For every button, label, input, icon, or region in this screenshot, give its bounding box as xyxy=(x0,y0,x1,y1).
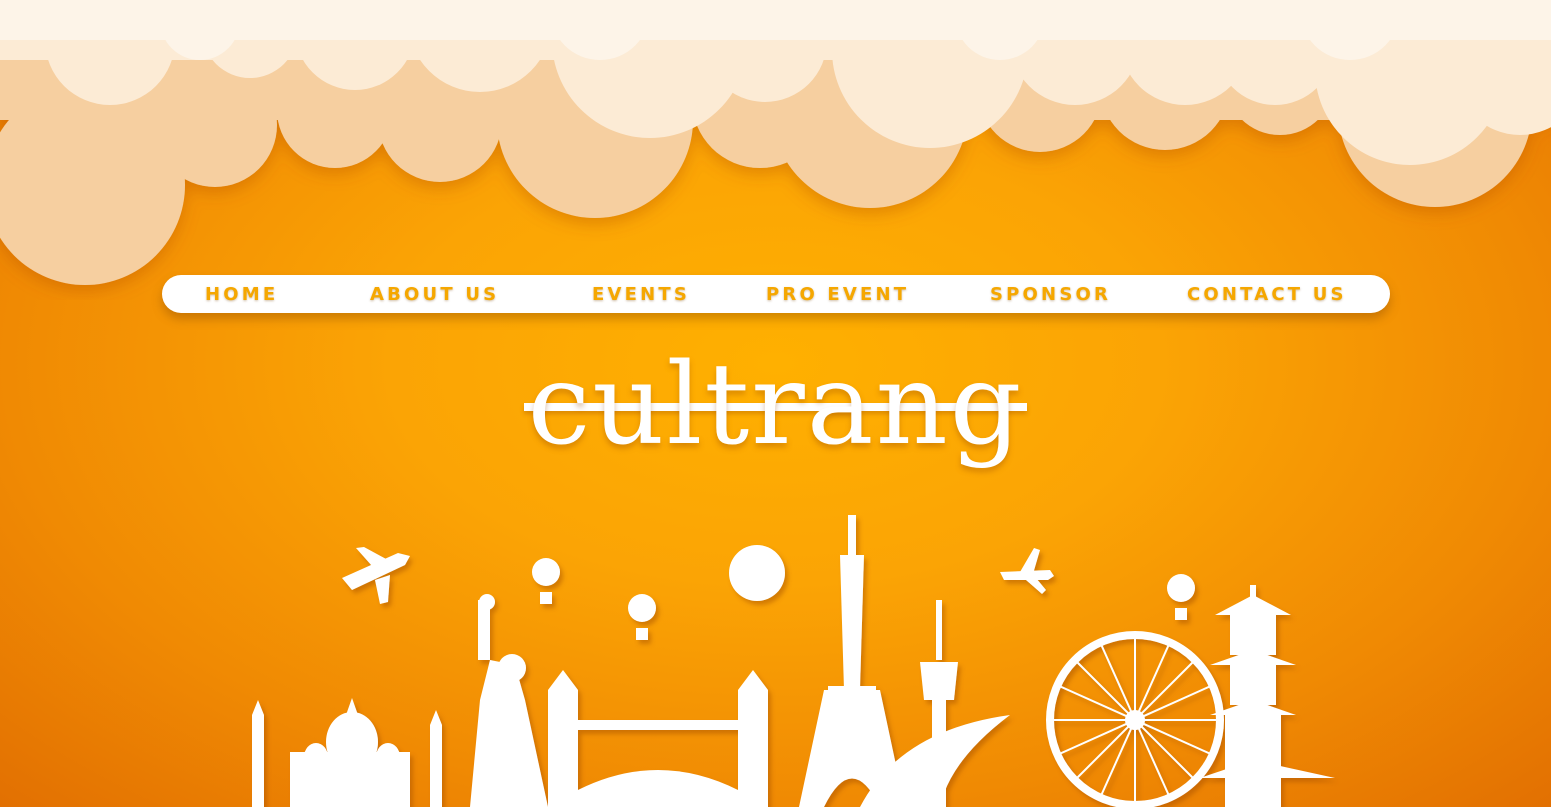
nav-about-us-link[interactable]: ABOUT US xyxy=(370,275,499,313)
nav-pro-event-link[interactable]: PRO EVENT xyxy=(766,275,909,313)
cloud-banner-illustration xyxy=(0,0,1551,285)
nav-home-link[interactable]: HOME xyxy=(205,275,278,313)
main-nav: HOME ABOUT US EVENTS PRO EVENT SPONSOR C… xyxy=(162,275,1390,313)
nav-sponsor-link[interactable]: SPONSOR xyxy=(990,275,1111,313)
world-landmarks-skyline-illustration xyxy=(252,515,1335,807)
nav-contact-us-link[interactable]: CONTACT US xyxy=(1187,275,1347,313)
site-logo: cultrang xyxy=(527,340,1024,470)
hero-section: HOME ABOUT US EVENTS PRO EVENT SPONSOR C… xyxy=(0,0,1551,807)
nav-events-link[interactable]: EVENTS xyxy=(592,275,690,313)
